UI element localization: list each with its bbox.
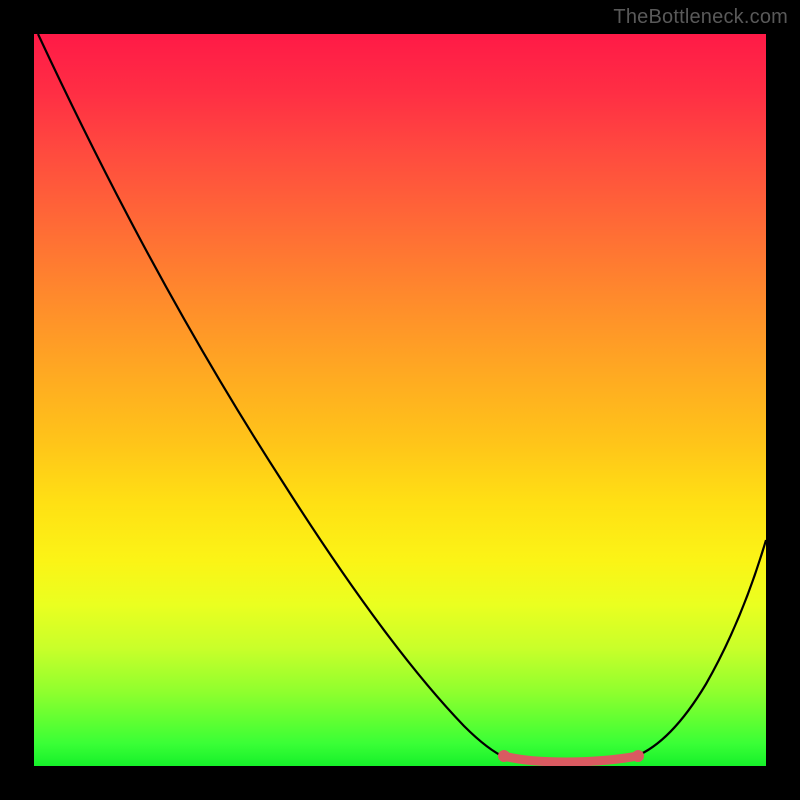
optimal-range-segment [504, 756, 638, 762]
bottleneck-curve-svg [34, 34, 766, 766]
chart-canvas: TheBottleneck.com [0, 0, 800, 800]
curve-left-branch [38, 34, 506, 758]
plot-area [34, 34, 766, 766]
optimal-end-dot [632, 750, 644, 762]
curve-right-branch [634, 540, 766, 757]
watermark-text: TheBottleneck.com [613, 6, 788, 29]
